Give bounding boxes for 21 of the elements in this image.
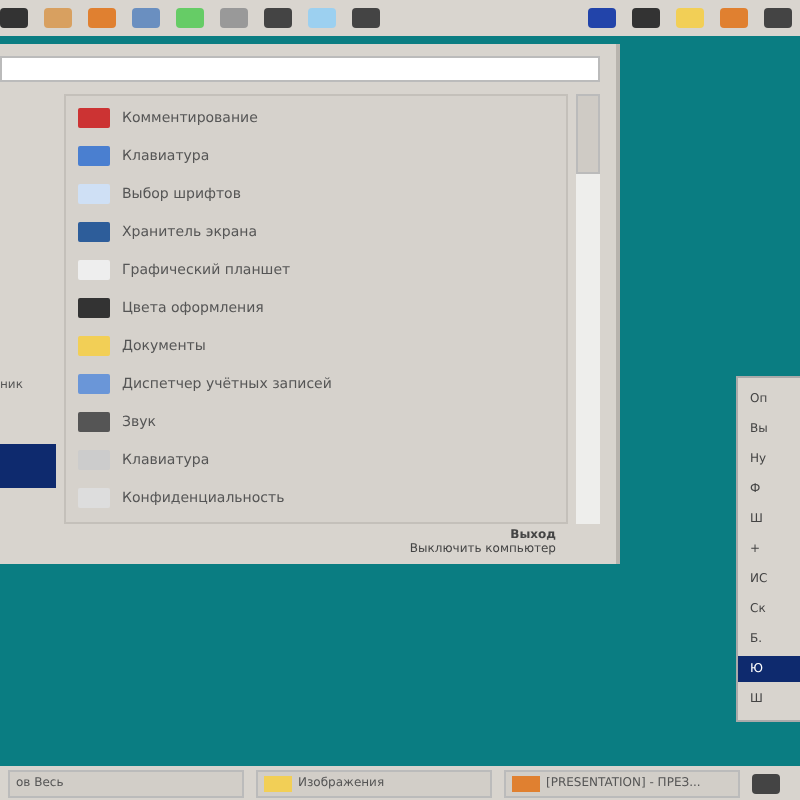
- module-icon: [78, 336, 110, 356]
- tray-icon[interactable]: [588, 8, 616, 28]
- tray-icon[interactable]: [752, 773, 780, 793]
- module-icon: [78, 374, 110, 394]
- module-icon: [78, 108, 110, 128]
- sidebar-item[interactable]: [0, 444, 56, 488]
- module-icon: [78, 260, 110, 280]
- tray-icon[interactable]: [764, 8, 792, 28]
- module-icon: [78, 222, 110, 242]
- module-icon: [78, 298, 110, 318]
- app-icon: [512, 775, 540, 791]
- scrollbar[interactable]: [576, 94, 600, 524]
- launcher-icon[interactable]: [352, 8, 380, 28]
- module-icon: [78, 146, 110, 166]
- app-icon: [264, 775, 292, 791]
- tray-icon[interactable]: [632, 8, 660, 28]
- search-field[interactable]: [0, 56, 600, 82]
- launcher-icon[interactable]: [264, 8, 292, 28]
- module-icon: [78, 184, 110, 204]
- module-icon: [78, 412, 110, 432]
- launcher-icon[interactable]: [0, 8, 28, 28]
